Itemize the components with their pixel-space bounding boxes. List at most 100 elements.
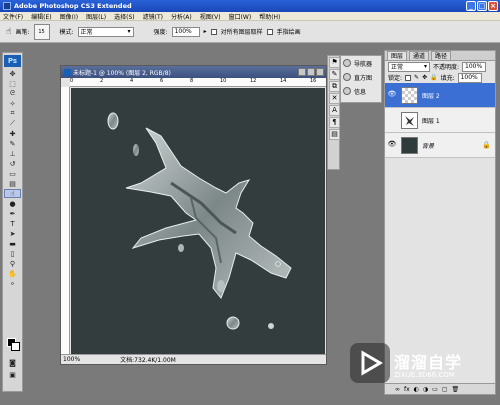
lock-position-icon[interactable]: ✥ xyxy=(422,74,427,81)
marquee-tool-icon[interactable]: ⬚ xyxy=(4,79,21,88)
character-icon[interactable]: A xyxy=(329,105,340,116)
fill-value: 100% xyxy=(460,74,478,81)
info-item[interactable]: 信息 xyxy=(341,84,381,98)
quick-mask-icon[interactable]: ◙ xyxy=(4,358,21,367)
maximize-button[interactable]: □ xyxy=(477,1,487,11)
menu-file[interactable]: 文件(F) xyxy=(3,12,23,21)
layer-name[interactable]: 图层 1 xyxy=(422,116,440,125)
path-select-icon[interactable]: ➤ xyxy=(4,229,21,238)
eraser-tool-icon[interactable]: ▭ xyxy=(4,169,21,178)
layer-row-layer-1[interactable]: 图层 1 xyxy=(385,108,495,133)
ruler-tick: 12 xyxy=(250,78,257,84)
smudge-tool-icon[interactable]: ☝ xyxy=(4,189,21,198)
all-layers-label: 对所有图层取样 xyxy=(220,29,263,36)
chevron-down-icon: ▾ xyxy=(423,63,427,70)
fill-input[interactable]: 100% xyxy=(457,72,482,83)
lock-all-icon[interactable]: 🔒 xyxy=(430,74,437,81)
eye-icon[interactable] xyxy=(387,115,397,125)
histogram-item[interactable]: 直方图 xyxy=(341,70,381,84)
menu-select[interactable]: 选择(S) xyxy=(114,12,135,21)
info-label: 信息 xyxy=(354,88,367,96)
document-icon xyxy=(64,68,71,76)
menu-help[interactable]: 帮助(H) xyxy=(259,12,280,21)
tools-icon[interactable]: ✕ xyxy=(329,93,340,104)
chevron-right-icon[interactable]: ▸ xyxy=(204,28,207,35)
lasso-tool-icon[interactable]: ᘓ xyxy=(4,89,21,98)
layer-name[interactable]: 背景 xyxy=(422,141,434,150)
menu-filter[interactable]: 滤镜(T) xyxy=(143,12,163,21)
shape-tool-icon[interactable]: ▬ xyxy=(4,239,21,248)
opacity-label: 不透明度: xyxy=(433,64,460,71)
hand-tool-icon[interactable]: ✋ xyxy=(4,269,21,278)
doc-close-button[interactable] xyxy=(316,68,324,76)
brush-picker[interactable]: 15 xyxy=(33,23,50,40)
finger-painting-label: 手指绘画 xyxy=(276,29,301,36)
navigator-item[interactable]: 导航器 xyxy=(341,56,381,70)
document-canvas[interactable] xyxy=(71,88,325,355)
zoom-tool-icon[interactable]: ⚬ xyxy=(4,279,21,288)
dodge-tool-icon[interactable]: ● xyxy=(4,199,21,208)
menu-analysis[interactable]: 分析(A) xyxy=(171,12,192,21)
window-controls: _ □ × xyxy=(466,1,498,11)
ruler-tick: 8 xyxy=(190,78,194,84)
doc-minimize-button[interactable] xyxy=(298,68,306,76)
mode-value: 正常 xyxy=(80,29,93,36)
layer-comps-icon[interactable]: ▤ xyxy=(329,129,340,140)
document-title-bar[interactable]: 未标题-1 @ 100% (图层 2, RGB/8) xyxy=(61,66,326,78)
crop-tool-icon[interactable]: ⌗ xyxy=(4,109,21,118)
vertical-ruler[interactable] xyxy=(61,87,70,354)
move-tool-icon[interactable]: ✥ xyxy=(4,69,21,78)
close-button[interactable]: × xyxy=(488,1,498,11)
brush-tool-icon[interactable]: ✎ xyxy=(4,139,21,148)
opacity-input[interactable]: 100% xyxy=(462,61,487,72)
history-brush-icon[interactable]: ↺ xyxy=(4,159,21,168)
smudge-tool-icon[interactable]: ☝ xyxy=(6,27,11,37)
menu-edit[interactable]: 编辑(E) xyxy=(31,12,51,21)
menu-layer[interactable]: 图层(L) xyxy=(86,12,106,21)
brushes-icon[interactable]: ✎ xyxy=(329,69,340,80)
eyedropper-icon[interactable]: ⚲ xyxy=(4,259,21,268)
layer-name[interactable]: 图层 2 xyxy=(422,91,440,100)
slice-tool-icon[interactable]: ⟋ xyxy=(4,119,21,128)
tab-paths[interactable]: 路径 xyxy=(431,51,452,60)
histogram-icon xyxy=(343,73,351,81)
clone-stamp-icon[interactable]: ⊥ xyxy=(4,149,21,158)
eye-icon[interactable]: 👁 xyxy=(387,90,397,100)
mode-select[interactable]: 正常 ▾ xyxy=(77,26,134,37)
pen-tool-icon[interactable]: ✒ xyxy=(4,209,21,218)
mode-label: 模式: xyxy=(59,29,74,36)
minimize-button[interactable]: _ xyxy=(466,1,476,11)
type-tool-icon[interactable]: T xyxy=(4,219,21,228)
blend-mode-select[interactable]: 正常 ▾ xyxy=(388,61,430,72)
magic-wand-icon[interactable]: ✧ xyxy=(4,99,21,108)
strength-input[interactable]: 100% xyxy=(171,26,200,37)
paragraph-icon[interactable]: ¶ xyxy=(329,117,340,128)
tool-presets-icon[interactable]: ⚑ xyxy=(329,57,340,68)
document-window: 未标题-1 @ 100% (图层 2, RGB/8) 0 2 4 6 8 10 … xyxy=(60,65,327,365)
menu-view[interactable]: 视图(V) xyxy=(200,12,221,21)
horizontal-ruler[interactable]: 0 2 4 6 8 10 12 14 16 xyxy=(70,78,326,87)
clone-source-icon[interactable]: ⧉ xyxy=(329,81,340,92)
menu-image[interactable]: 图像(I) xyxy=(60,12,78,21)
background-color-swatch[interactable] xyxy=(11,342,20,351)
healing-brush-icon[interactable]: ✚ xyxy=(4,129,21,138)
lock-transparency-icon[interactable] xyxy=(405,74,412,81)
all-layers-checkbox[interactable] xyxy=(210,28,217,35)
layer-row-background[interactable]: 👁 背景 🔒 xyxy=(385,133,495,158)
doc-maximize-button[interactable] xyxy=(307,68,315,76)
lock-icon: 🔒 xyxy=(482,141,491,149)
screen-mode-icon[interactable]: ▣ xyxy=(4,370,21,379)
layer-row-layer-2[interactable]: 👁 图层 2 xyxy=(385,83,495,108)
notes-tool-icon[interactable]: ▯ xyxy=(4,249,21,258)
menu-window[interactable]: 窗口(W) xyxy=(229,12,252,21)
document-info[interactable]: 文档:732.4K/1.00M xyxy=(120,355,176,364)
lock-paint-icon[interactable]: ✎ xyxy=(414,74,419,81)
gradient-tool-icon[interactable]: ▤ xyxy=(4,179,21,188)
eye-icon[interactable]: 👁 xyxy=(387,140,397,150)
zoom-level[interactable]: 100% xyxy=(63,356,80,363)
tab-channels[interactable]: 通道 xyxy=(409,51,430,60)
navigator-panel-group: 导航器 直方图 信息 xyxy=(340,55,382,103)
finger-painting-checkbox[interactable] xyxy=(266,28,273,35)
tab-layers[interactable]: 图层 xyxy=(387,51,408,60)
fill-label: 填充: xyxy=(440,75,455,82)
